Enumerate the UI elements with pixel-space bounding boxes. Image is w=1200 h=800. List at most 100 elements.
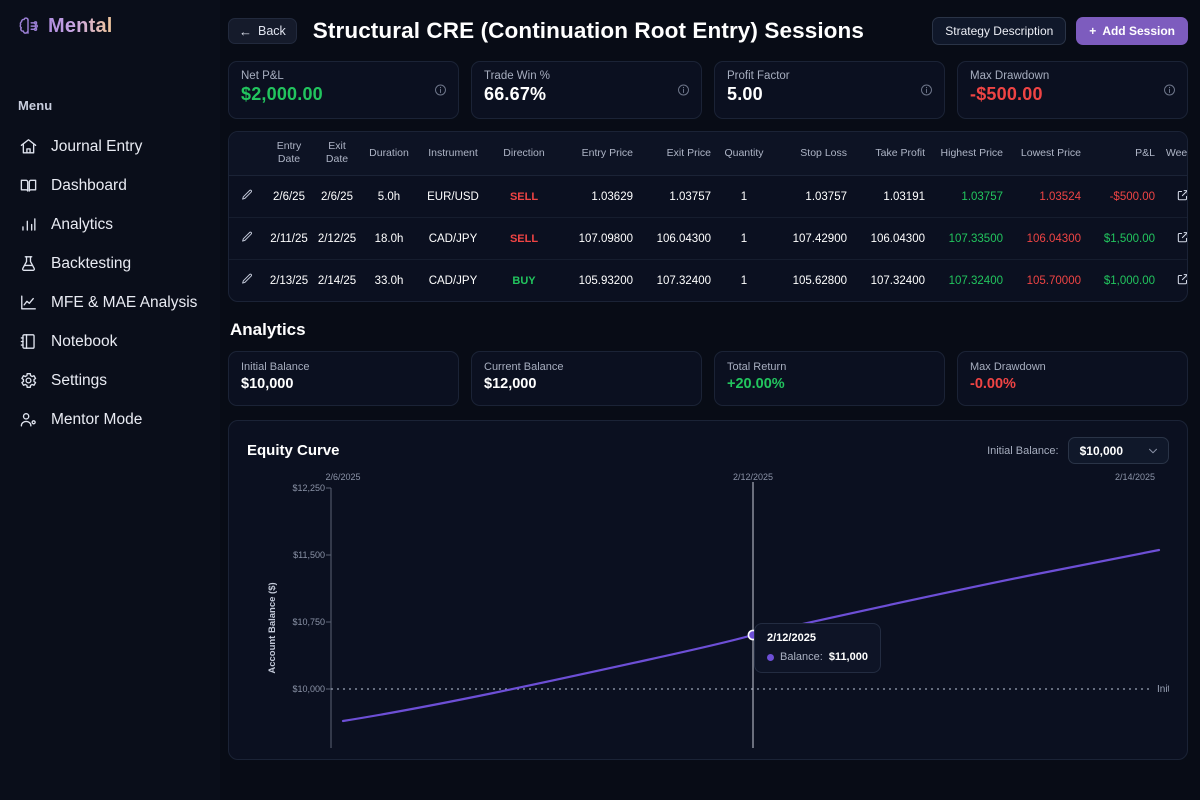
cell-instrument: CAD/JPY	[417, 259, 489, 302]
sidebar-item-dashboard[interactable]: Dashboard	[0, 166, 220, 205]
cell-lowest-price: 1.03524	[1007, 175, 1085, 218]
cell-highest-price: 107.32400	[929, 259, 1007, 302]
back-button[interactable]: ← Back	[228, 18, 297, 44]
x-tick-label: 2/14/2025	[1115, 472, 1155, 482]
sidebar-item-settings[interactable]: Settings	[0, 361, 220, 400]
plus-icon: +	[1089, 24, 1097, 38]
column-header-weekly: Weekly	[1159, 132, 1187, 176]
equity-curve-plot[interactable]: $12,250 $11,500 $10,750 $10,000 $9,250 A…	[247, 468, 1169, 749]
sidebar-nav: Journal Entry Dashboard Analytics Backte…	[0, 127, 220, 439]
brain-icon	[19, 16, 38, 34]
sidebar-item-label: Journal Entry	[51, 137, 143, 155]
info-icon[interactable]	[1163, 84, 1176, 97]
menu-section-label: Menu	[18, 98, 53, 113]
cell-pnl: $1,500.00	[1085, 217, 1159, 260]
reference-line-label: Initi	[1157, 684, 1169, 695]
stat-card-trade-win-pct: Trade Win % 66.67%	[471, 61, 702, 119]
column-header-lowest-price: Lowest Price	[1007, 132, 1085, 176]
edit-pencil-icon[interactable]	[240, 230, 254, 244]
equity-curve-title: Equity Curve	[247, 442, 340, 460]
stat-card-net-pnl: Net P&L $2,000.00	[228, 61, 459, 119]
bar-chart-icon	[22, 218, 36, 231]
table-row[interactable]: 2/6/25 2/6/25 5.0h EUR/USD SELL 1.03629 …	[229, 175, 1188, 218]
cell-edit	[229, 259, 265, 302]
edit-pencil-icon[interactable]	[240, 188, 254, 202]
stat-label: Net P&L	[241, 70, 284, 82]
stat-label: Max Drawdown	[970, 70, 1050, 82]
strategy-description-button[interactable]: Strategy Description	[932, 17, 1067, 45]
sidebar-item-analytics[interactable]: Analytics	[0, 205, 220, 244]
cell-direction: SELL	[489, 217, 559, 260]
cell-instrument: CAD/JPY	[417, 217, 489, 260]
brand-name: Mental	[48, 15, 113, 37]
add-session-button[interactable]: + Add Session	[1076, 17, 1188, 45]
sidebar-item-label: Analytics	[51, 215, 114, 233]
sidebar-item-notebook[interactable]: Notebook	[0, 322, 220, 361]
stat-value: -$500.00	[970, 84, 1043, 104]
cell-highest-price: 107.33500	[929, 217, 1007, 260]
cell-duration: 18.0h	[361, 217, 417, 260]
chevron-down-icon	[1149, 448, 1157, 453]
column-header-pnl: P&L	[1085, 132, 1159, 176]
initial-balance-label: Initial Balance:	[987, 444, 1059, 457]
gear-icon	[21, 373, 37, 388]
user-check-icon	[20, 413, 36, 427]
line-chart-icon	[21, 295, 36, 310]
equity-curve-card: Equity Curve Initial Balance: $10,000 $1…	[228, 420, 1188, 761]
summary-stats-row: Net P&L $2,000.00 Trade Win % 66.67% Pro…	[228, 61, 1188, 119]
cell-direction: BUY	[489, 259, 559, 302]
flask-icon	[21, 256, 36, 271]
y-tick-label: $10,750	[292, 617, 325, 627]
sidebar-item-journal-entry[interactable]: Journal Entry	[0, 127, 220, 166]
cell-edit	[229, 175, 265, 218]
analytics-card-initial-balance: Initial Balance $10,000	[228, 351, 459, 407]
cell-quantity: 1	[715, 217, 773, 260]
stat-value: $2,000.00	[241, 84, 323, 104]
analytics-card-label: Max Drawdown	[970, 361, 1046, 374]
table-body: 2/6/25 2/6/25 5.0h EUR/USD SELL 1.03629 …	[229, 175, 1188, 302]
sidebar-item-mfe-mae-analysis[interactable]: MFE & MAE Analysis	[0, 283, 220, 322]
cell-stop-loss: 105.62800	[773, 259, 851, 302]
analytics-card-current-balance: Current Balance $12,000	[471, 351, 702, 407]
brand[interactable]: Mental	[0, 0, 220, 38]
stat-value: 66.67%	[484, 84, 547, 104]
y-axis-title: Account Balance ($)	[267, 583, 278, 674]
cell-take-profit: 106.04300	[851, 217, 929, 260]
add-session-label: Add Session	[1102, 24, 1175, 38]
cell-exit-date: 2/14/25	[313, 259, 361, 302]
sidebar-item-label: Notebook	[51, 332, 118, 350]
sidebar-item-backtesting[interactable]: Backtesting	[0, 244, 220, 283]
external-link-icon[interactable]	[1176, 188, 1188, 202]
cell-quantity: 1	[715, 259, 773, 302]
external-link-icon[interactable]	[1176, 230, 1188, 244]
cell-entry-price: 105.93200	[559, 259, 637, 302]
page-title: Structural CRE (Continuation Root Entry)…	[312, 18, 864, 43]
cell-pnl: -$500.00	[1085, 175, 1159, 218]
table-row[interactable]: 2/13/25 2/14/25 33.0h CAD/JPY BUY 105.93…	[229, 259, 1188, 302]
analytics-card-max-drawdown: Max Drawdown -0.00%	[957, 351, 1188, 407]
stat-value: 5.00	[727, 84, 763, 104]
table-row[interactable]: 2/11/25 2/12/25 18.0h CAD/JPY SELL 107.0…	[229, 217, 1188, 260]
column-header-instrument: Instrument	[417, 132, 489, 176]
x-tick-label: 2/12/2025	[733, 472, 773, 482]
sidebar: Mental Menu Journal Entry Dashboard Anal…	[0, 0, 220, 800]
cell-entry-date: 2/13/25	[265, 259, 313, 302]
sidebar-item-label: Backtesting	[51, 254, 132, 272]
initial-balance-select[interactable]: $10,000	[1067, 437, 1169, 465]
info-icon[interactable]	[434, 84, 447, 97]
sidebar-item-mentor-mode[interactable]: Mentor Mode	[0, 400, 220, 439]
cell-instrument: EUR/USD	[417, 175, 489, 218]
initial-balance-selected-value: $10,000	[1079, 443, 1123, 458]
stat-card-profit-factor: Profit Factor 5.00	[714, 61, 945, 119]
info-icon[interactable]	[920, 84, 933, 97]
external-link-icon[interactable]	[1176, 272, 1188, 286]
cell-exit-date: 2/12/25	[313, 217, 361, 260]
info-icon[interactable]	[677, 84, 690, 97]
cell-entry-price: 107.09800	[559, 217, 637, 260]
y-tick-marks	[326, 487, 331, 690]
edit-pencil-icon[interactable]	[240, 272, 254, 286]
x-axis-labels: 2/6/2025 2/12/2025 2/14/2025	[325, 472, 1155, 482]
x-tick-label: 2/6/2025	[325, 472, 360, 482]
book-icon	[20, 179, 37, 192]
cell-highest-price: 1.03757	[929, 175, 1007, 218]
